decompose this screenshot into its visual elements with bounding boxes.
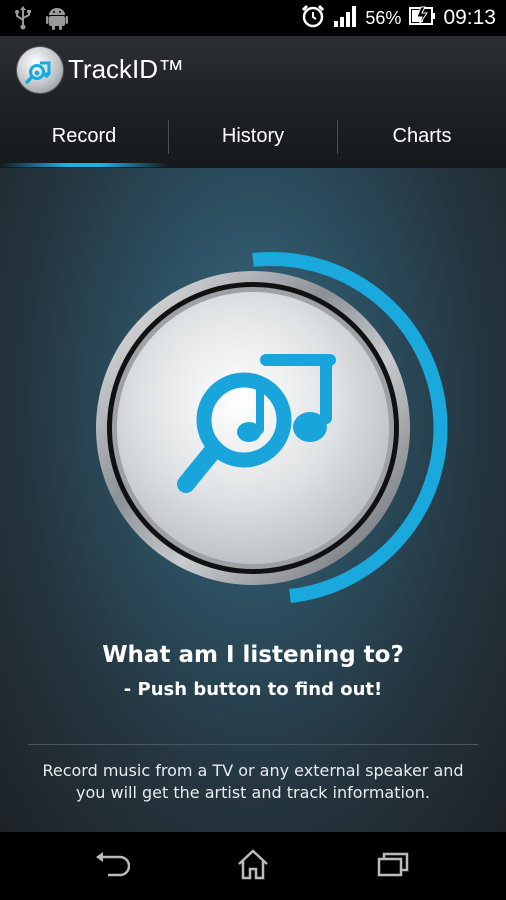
tab-record-label: Record bbox=[51, 124, 117, 147]
record-screen: What am I listening to? - Push button to… bbox=[0, 168, 506, 832]
app-title: TrackID™ bbox=[68, 54, 185, 84]
tab-charts-label: Charts bbox=[392, 124, 452, 147]
record-button-area bbox=[0, 168, 506, 638]
home-icon bbox=[236, 848, 270, 885]
android-icon bbox=[46, 6, 68, 35]
tab-record[interactable]: Record bbox=[0, 104, 168, 168]
tab-history-label: History bbox=[221, 124, 285, 147]
battery-percent: 56% bbox=[365, 7, 402, 28]
selected-tab-indicator bbox=[0, 163, 168, 167]
trackid-logo-icon[interactable] bbox=[17, 47, 63, 93]
back-button[interactable] bbox=[82, 846, 142, 886]
tab-charts[interactable]: Charts bbox=[338, 104, 506, 168]
navigation-bar bbox=[0, 832, 506, 900]
status-bar: 56% 09:13 bbox=[0, 0, 506, 36]
tab-history[interactable]: History bbox=[169, 104, 337, 168]
tab-bar: Record History Charts bbox=[0, 104, 506, 169]
clock: 09:13 bbox=[443, 6, 496, 29]
usb-icon bbox=[14, 6, 32, 35]
prompt-subline: - Push button to find out! bbox=[123, 679, 383, 700]
battery-icon bbox=[409, 6, 436, 31]
signal-icon bbox=[333, 5, 357, 32]
alarm-icon bbox=[301, 4, 325, 33]
prompt-headline: What am I listening to? bbox=[102, 642, 404, 668]
divider bbox=[28, 744, 478, 745]
back-icon bbox=[94, 851, 131, 882]
recent-apps-button[interactable] bbox=[363, 846, 423, 886]
instructions-text: Record music from a TV or any external s… bbox=[42, 761, 464, 802]
home-button[interactable] bbox=[223, 846, 283, 886]
recent-apps-icon bbox=[376, 851, 410, 882]
action-bar: TrackID™ bbox=[0, 36, 506, 104]
